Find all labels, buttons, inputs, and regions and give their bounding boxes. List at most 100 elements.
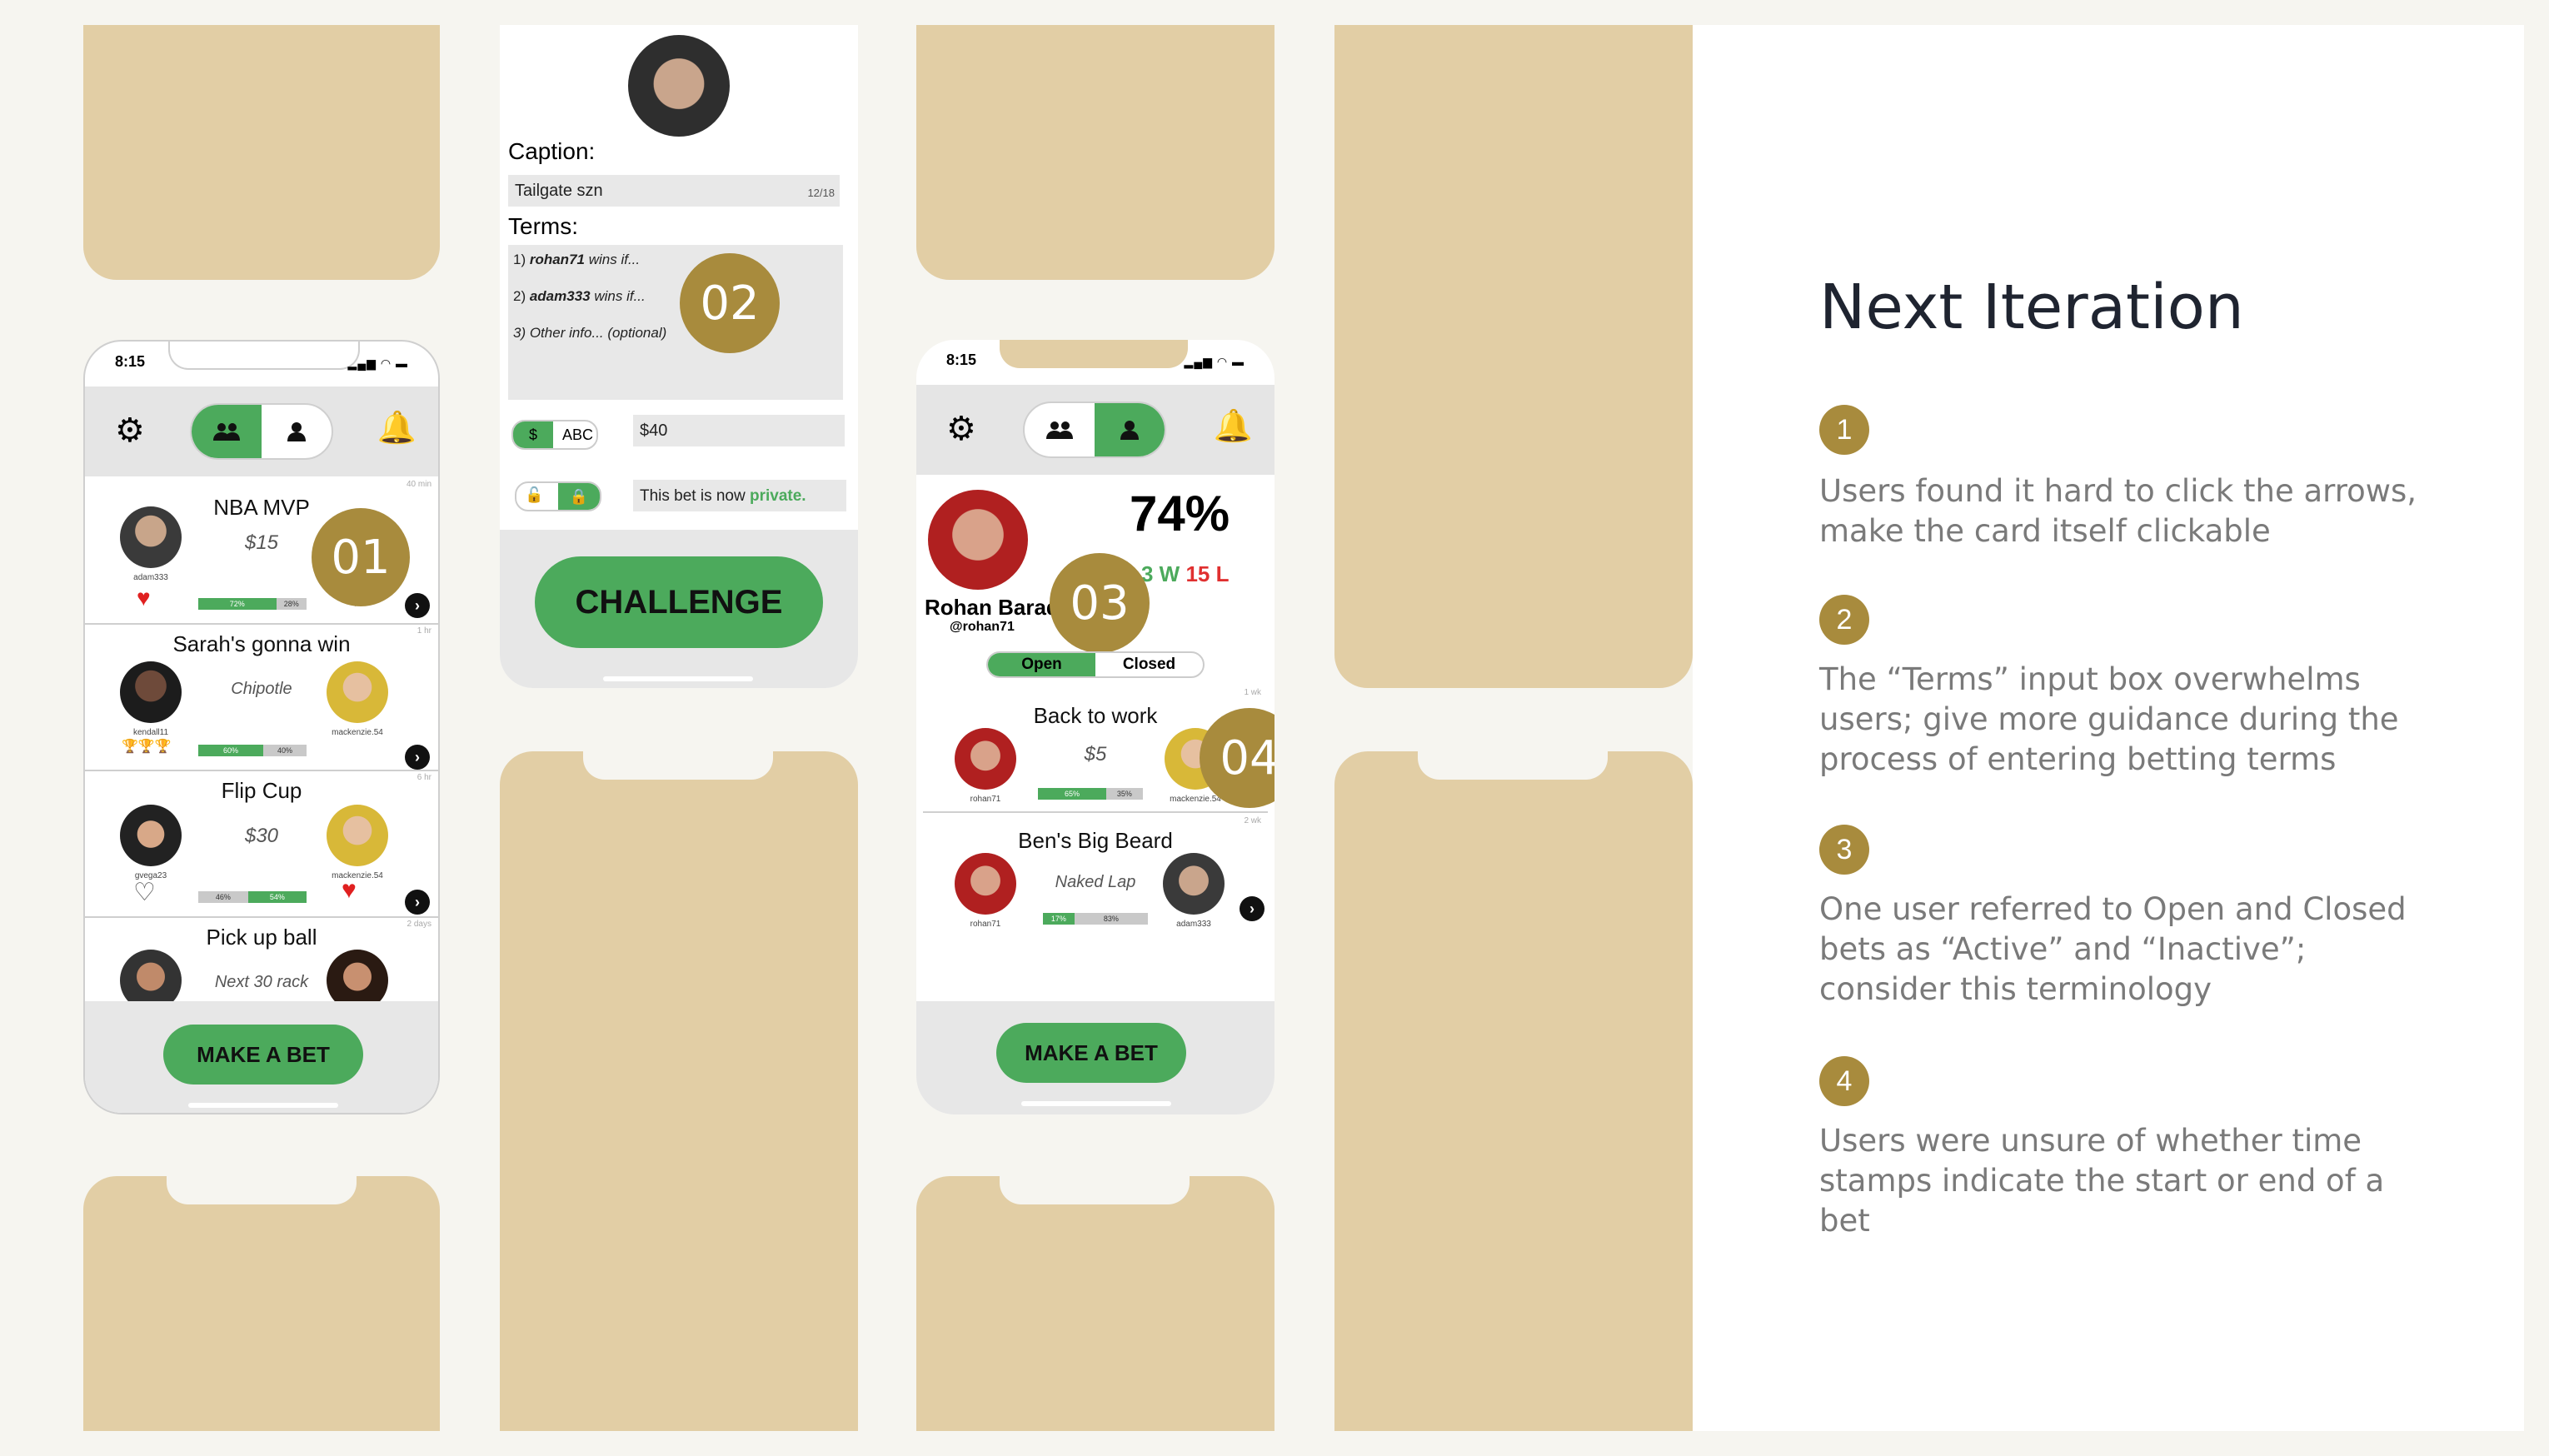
status-time: 8:15: [115, 353, 146, 370]
heart-filled-icon[interactable]: ♥: [137, 585, 151, 611]
make-bet-button[interactable]: MAKE A BET: [163, 1025, 363, 1085]
avatar: [120, 805, 182, 866]
placeholder-screen: [916, 25, 1274, 280]
home-indicator: [1021, 1101, 1171, 1106]
username: kendall11: [132, 728, 169, 737]
bet-card[interactable]: 40 min NBA MVP $15 adam333 ♥ 72% 28% ♡ ›…: [85, 476, 438, 625]
username: rohan71: [970, 795, 1001, 804]
avatar: [955, 728, 1016, 790]
trophy-icons: 🏆🏆🏆: [122, 740, 172, 754]
avatar: [327, 661, 388, 723]
bell-icon[interactable]: 🔔: [1214, 408, 1253, 445]
heart-outline-icon[interactable]: ♡: [133, 878, 156, 907]
signal-wifi-battery-icon: ▂▄▆ ◠ ▬: [1184, 355, 1245, 368]
gear-icon[interactable]: ⚙: [115, 411, 145, 450]
caption-label: Caption:: [508, 138, 596, 164]
arrow-right-icon[interactable]: ›: [405, 745, 430, 770]
privacy-status: This bet is now private.: [633, 480, 846, 511]
phone-create-screen: Caption: Tailgate szn 12/18 Terms: 1) ro…: [500, 25, 858, 688]
avatar: [327, 805, 388, 866]
group-icon: [213, 423, 240, 441]
bottom-bar: CHALLENGE: [500, 530, 858, 688]
timestamp: 2 wk: [1244, 816, 1261, 825]
annotation-badge: 01: [312, 508, 410, 606]
item-number: 4: [1819, 1056, 1869, 1106]
avatar: [120, 506, 182, 568]
profile-tab[interactable]: [262, 405, 332, 458]
amount-input[interactable]: $40: [633, 415, 845, 446]
bet-card[interactable]: 2 wk Ben's Big Beard Naked Lap rohan71 1…: [923, 811, 1268, 945]
profile-name: Rohan Barad: [925, 595, 1060, 620]
terms-input[interactable]: 1) rohan71 wins if... 2) adam333 wins if…: [508, 245, 843, 400]
profile-handle: @rohan71: [950, 620, 1015, 634]
item-text: Users were unsure of whether time stamps…: [1819, 1123, 2385, 1239]
bottom-bar: MAKE A BET: [85, 1001, 438, 1113]
placeholder-screen: [83, 25, 440, 280]
timestamp: 40 min: [406, 480, 431, 489]
view-toggle[interactable]: [190, 403, 333, 460]
friends-tab[interactable]: [192, 405, 262, 458]
username: mackenzie.54: [332, 871, 383, 880]
home-indicator: [603, 676, 753, 681]
view-toggle[interactable]: [1023, 401, 1166, 458]
group-icon: [1046, 421, 1073, 439]
bet-card[interactable]: 2 days Pick up ball Next 30 rack: [85, 916, 438, 1011]
vote-bar: 60% 40%: [198, 745, 307, 756]
tab-open[interactable]: Open: [988, 653, 1095, 676]
win-percentage: 74%: [1130, 486, 1230, 541]
notch: [168, 342, 360, 370]
caption-input[interactable]: Tailgate szn 12/18: [508, 175, 840, 207]
vote-bar: 46% 54%: [198, 891, 307, 903]
home-indicator: [188, 1103, 338, 1108]
bet-title: Flip Cup: [221, 778, 302, 803]
status-time: 8:15: [946, 352, 977, 368]
bet-card[interactable]: 1 hr Sarah's gonna win Chipotle kendall1…: [85, 623, 438, 771]
gear-icon[interactable]: ⚙: [946, 410, 976, 448]
phone-feed-screen: 8:15 ▂▄▆ ◠ ▬ ⚙ 🔔 40 min NBA MVP $15 adam…: [83, 340, 440, 1114]
vote-bar: 17% 83%: [1043, 913, 1148, 925]
challenge-button[interactable]: CHALLENGE: [535, 556, 823, 648]
make-bet-button[interactable]: MAKE A BET: [996, 1023, 1186, 1083]
arrow-right-icon[interactable]: ›: [405, 593, 430, 618]
bet-status-toggle[interactable]: Open Closed: [986, 651, 1205, 678]
bet-card[interactable]: 6 hr Flip Cup $30 gvega23 ♡ 46% 54% mack…: [85, 770, 438, 918]
placeholder-screen: [1334, 25, 1693, 688]
arrow-right-icon[interactable]: ›: [405, 890, 430, 915]
placeholder-screen: [500, 751, 858, 1431]
privacy-toggle[interactable]: 🔓 🔒: [515, 481, 601, 511]
item-number: 1: [1819, 405, 1869, 455]
bottom-bar: MAKE A BET: [916, 1001, 1274, 1114]
bet-title: Pick up ball: [206, 925, 317, 950]
currency-toggle[interactable]: $ ABC: [511, 420, 598, 450]
person-icon: [287, 422, 306, 441]
status-bar: 8:15 ▂▄▆ ◠ ▬: [916, 340, 1274, 385]
profile-header: Rohan Barad @rohan71 74% 3 W 15 L 03: [916, 475, 1274, 653]
username: mackenzie.54: [332, 728, 383, 737]
char-count: 12/18: [807, 187, 835, 199]
placeholder-screen: [916, 1176, 1274, 1431]
profile-tab[interactable]: [1095, 403, 1165, 456]
panel-title: Next Iteration: [1819, 272, 2244, 343]
item-number: 2: [1819, 595, 1869, 645]
terms-label: Terms:: [508, 213, 578, 239]
friends-tab[interactable]: [1025, 403, 1095, 456]
vote-bar: 65% 35%: [1038, 788, 1143, 800]
avatar: [928, 490, 1028, 590]
item-text: The “Terms” input box overwhelms users; …: [1819, 661, 2399, 777]
item-number: 3: [1819, 825, 1869, 875]
placeholder-screen: [1334, 751, 1693, 1431]
heart-filled-icon[interactable]: ♥: [342, 876, 357, 905]
username: rohan71: [970, 920, 1001, 929]
phone-profile-screen: 8:15 ▂▄▆ ◠ ▬ ⚙ 🔔 Rohan Barad @rohan71 74…: [916, 340, 1274, 1114]
bet-card[interactable]: 1 wk Back to work $5 rohan71 65% 35% mac…: [923, 683, 1274, 813]
bell-icon[interactable]: 🔔: [377, 410, 417, 446]
annotation-badge: 02: [680, 253, 780, 353]
next-iteration-panel: Next Iteration 1 Users found it hard to …: [1693, 25, 2524, 1431]
signal-wifi-battery-icon: ▂▄▆ ◠ ▬: [347, 357, 408, 370]
notch: [1000, 340, 1188, 368]
bet-title: Ben's Big Beard: [1018, 828, 1173, 853]
avatar: [1163, 853, 1225, 915]
lock-open-icon: 🔓: [525, 486, 544, 503]
tab-closed[interactable]: Closed: [1095, 653, 1203, 676]
arrow-right-icon[interactable]: ›: [1240, 896, 1265, 921]
